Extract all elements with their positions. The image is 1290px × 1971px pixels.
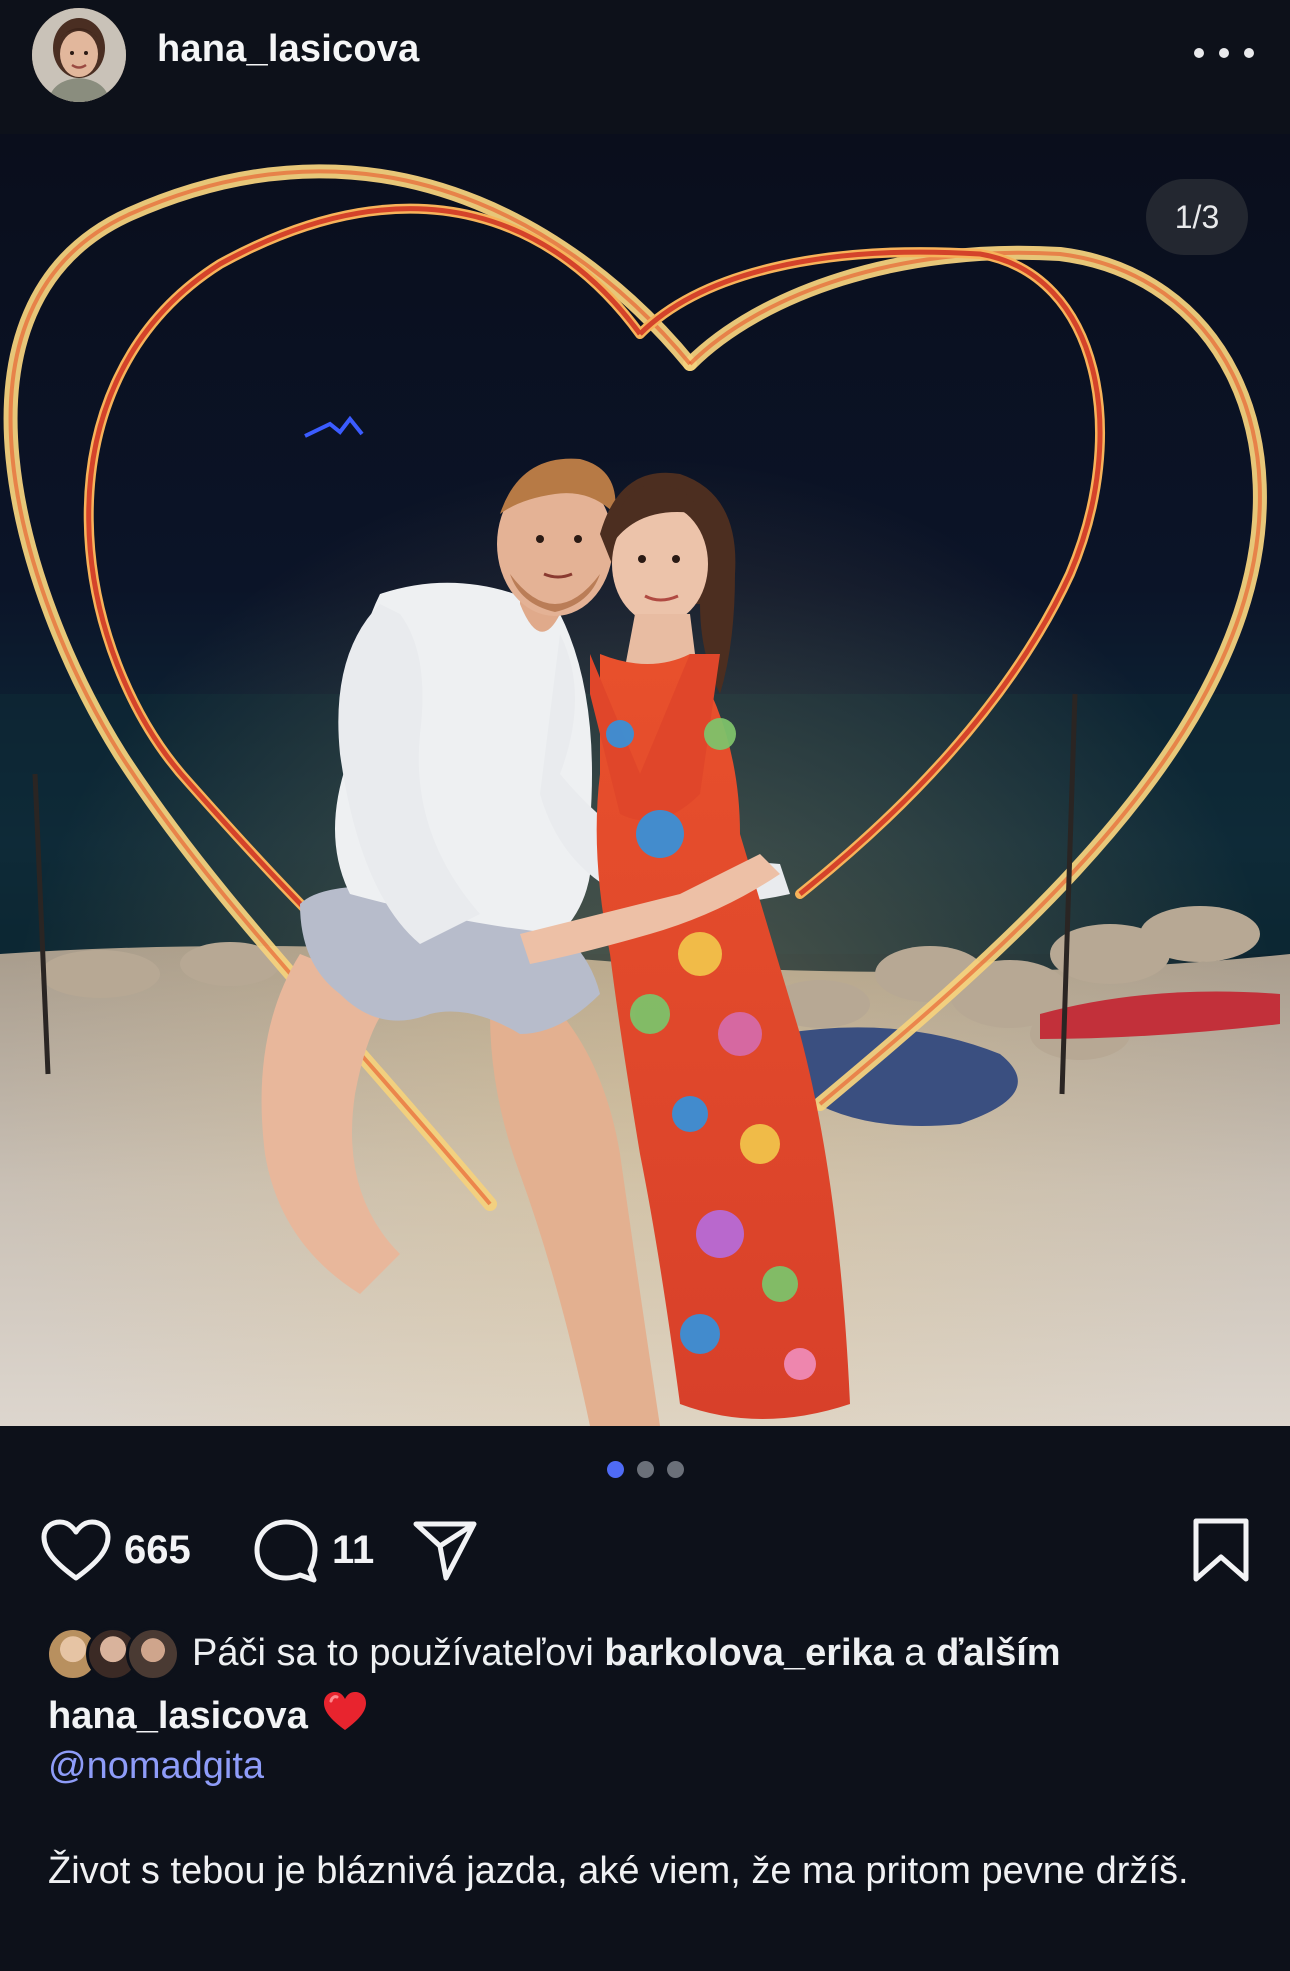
more-dot xyxy=(1244,48,1254,58)
comment-icon xyxy=(254,1519,318,1583)
likes-text: Páči sa to používateľovi barkolova_erika… xyxy=(192,1632,1061,1675)
carousel-dot[interactable] xyxy=(636,1461,654,1478)
caption-username[interactable]: hana_lasicova xyxy=(48,1695,308,1738)
header-username[interactable]: hana_lasicova xyxy=(157,28,419,71)
carousel-indicator xyxy=(0,1461,1290,1478)
heart-emoji-icon xyxy=(322,1690,368,1742)
bookmark-button[interactable] xyxy=(1192,1512,1250,1588)
like-count: 665 xyxy=(124,1527,191,1572)
likes-summary[interactable]: Páči sa to používateľovi barkolova_erika… xyxy=(46,1625,1246,1681)
caption-mention[interactable]: @nomadgita xyxy=(48,1745,264,1788)
like-button[interactable]: 665 xyxy=(40,1512,191,1588)
caption-header: hana_lasicova xyxy=(48,1690,368,1742)
bookmark-icon xyxy=(1193,1518,1249,1582)
comment-button[interactable]: 11 xyxy=(252,1512,374,1588)
post-photo[interactable]: 1/3 xyxy=(0,134,1290,1426)
action-bar: 665 11 xyxy=(40,1512,1250,1588)
liker-username[interactable]: barkolova_erika xyxy=(604,1632,893,1674)
heart-icon xyxy=(41,1519,111,1581)
more-options-icon[interactable] xyxy=(1194,30,1254,76)
comment-count: 11 xyxy=(332,1527,375,1572)
more-dot xyxy=(1219,48,1229,58)
liker-avatars xyxy=(46,1627,182,1681)
avatar xyxy=(126,1627,180,1681)
likes-middle: a xyxy=(893,1631,937,1674)
more-dot xyxy=(1194,48,1204,58)
caption-text: Život s tebou je bláznivá jazda, aké vie… xyxy=(48,1850,1189,1892)
post-header: hana_lasicova xyxy=(0,0,1290,135)
carousel-dot[interactable] xyxy=(666,1461,684,1478)
media-counter: 1/3 xyxy=(1146,179,1248,255)
likes-others[interactable]: ďalším xyxy=(936,1632,1060,1674)
share-icon xyxy=(413,1521,477,1581)
profile-avatar[interactable] xyxy=(32,8,126,102)
likes-prefix: Páči sa to používateľovi xyxy=(192,1631,605,1674)
carousel-dot[interactable] xyxy=(606,1461,624,1478)
share-button[interactable] xyxy=(412,1512,478,1588)
